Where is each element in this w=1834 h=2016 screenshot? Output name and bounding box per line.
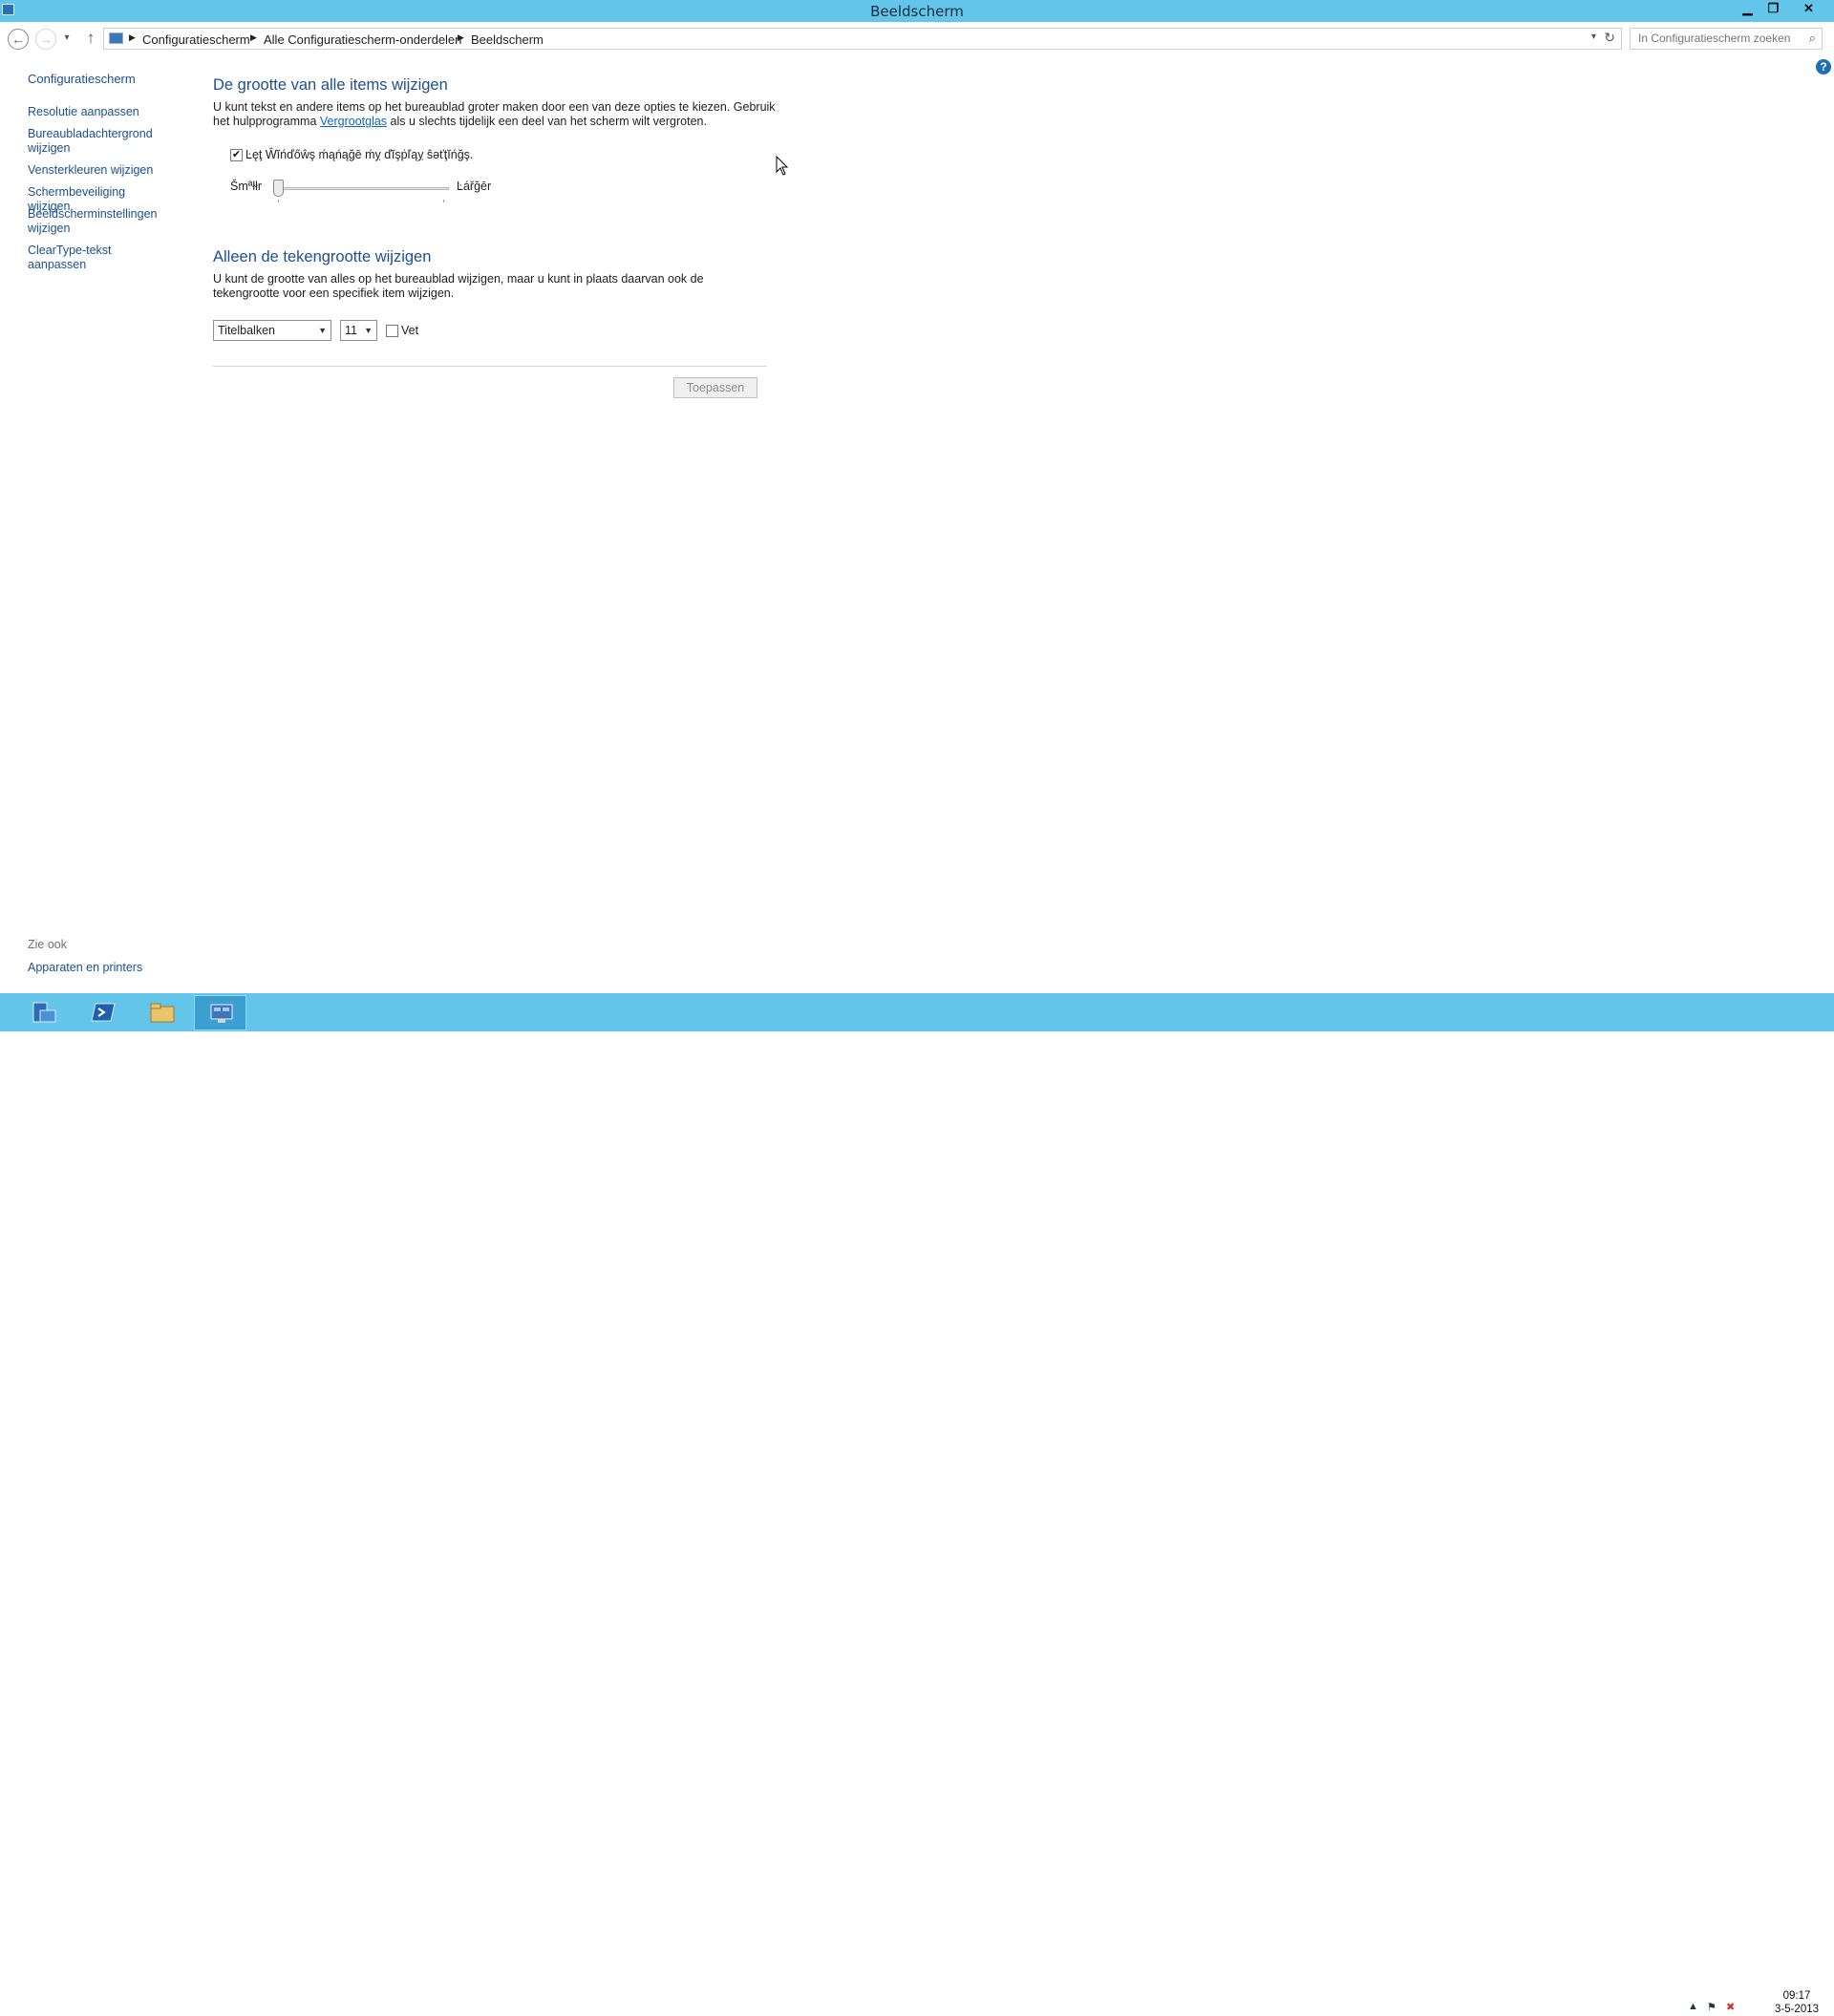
- search-box[interactable]: ⌕: [1630, 28, 1823, 50]
- taskbar: The Collection Book ▲ ⚑ ✖ 09:17 3-5-2013: [0, 993, 1834, 2015]
- chevron-down-icon[interactable]: ▾: [1591, 32, 1596, 42]
- window-title: Beeldscherm: [870, 3, 964, 20]
- search-icon[interactable]: ⌕: [1809, 31, 1816, 46]
- network-warning-icon[interactable]: ✖: [1726, 2001, 1735, 2013]
- slider-min-label: Šmªłłr: [230, 180, 263, 193]
- powershell-icon: [91, 1003, 116, 1022]
- chevron-right-icon[interactable]: ▶: [129, 32, 136, 43]
- breadcrumb-item[interactable]: Configuratiescherm: [142, 32, 250, 47]
- size-slider-thumb[interactable]: [273, 180, 284, 197]
- font-size-value: 11: [345, 324, 357, 337]
- minimize-button[interactable]: ▁: [1735, 0, 1760, 17]
- powershell-taskbar-button[interactable]: [76, 995, 129, 1030]
- see-also-heading: Zie ook: [28, 938, 67, 951]
- show-hidden-icons-icon[interactable]: ▲: [1688, 2001, 1698, 2012]
- item-select[interactable]: Titelbalken ▼: [213, 320, 331, 341]
- sidebar-home-link[interactable]: Configuratiescherm: [28, 72, 171, 86]
- apply-button[interactable]: Toepassen: [673, 377, 757, 398]
- search-input[interactable]: [1638, 32, 1801, 45]
- up-button[interactable]: ↑: [80, 29, 101, 50]
- address-bar[interactable]: ▶ Configuratiescherm ▶ Alle Configuratie…: [103, 28, 1622, 50]
- system-clock[interactable]: 09:17 3-5-2013: [1762, 1989, 1831, 2016]
- file-explorer-taskbar-button[interactable]: [136, 995, 188, 1030]
- bold-label[interactable]: Vet: [401, 324, 418, 337]
- clock-time: 09:17: [1782, 1990, 1811, 2002]
- chevron-right-icon[interactable]: ▶: [458, 32, 464, 43]
- section-description: U kunt tekst en andere items op het bure…: [213, 100, 777, 129]
- mouse-cursor-icon: [776, 156, 789, 176]
- slider-tick: [278, 200, 279, 202]
- item-select-value: Titelbalken: [218, 324, 275, 337]
- section-heading-text-size: Alleen de tekengrootte wijzigen: [213, 248, 432, 265]
- breadcrumb-item[interactable]: Beeldscherm: [471, 32, 544, 47]
- slider-tick: [443, 200, 444, 202]
- recent-locations-dropdown[interactable]: ▾: [61, 29, 73, 50]
- chevron-down-icon: ▼: [364, 326, 373, 335]
- sidebar-item-display-settings[interactable]: Beeldscherminstellingen wijzigen: [28, 207, 171, 236]
- sidebar-item-resolution[interactable]: Resolutie aanpassen: [28, 105, 171, 119]
- magnifier-link[interactable]: Vergrootglas: [320, 115, 387, 128]
- sidebar-item-cleartype[interactable]: ClearType-tekst aanpassen: [28, 244, 171, 272]
- size-slider-track[interactable]: [273, 187, 449, 190]
- back-button[interactable]: ←: [8, 29, 29, 50]
- let-windows-manage-checkbox[interactable]: ✔: [230, 149, 243, 161]
- control-panel-icon: [109, 32, 123, 44]
- breadcrumb-item[interactable]: Alle Configuratiescherm-onderdelen: [264, 32, 461, 47]
- folder-icon: [150, 1003, 175, 1023]
- description-text: als u slechts tijdelijk een deel van het…: [387, 115, 707, 128]
- title-bar: Beeldscherm ▁ ❐ ✕: [0, 0, 1834, 22]
- section-description: U kunt de grootte van alles op het burea…: [213, 272, 704, 300]
- bold-checkbox[interactable]: [386, 325, 398, 337]
- see-also-devices-printers-link[interactable]: Apparaten en printers: [28, 961, 142, 974]
- clock-date: 3-5-2013: [1774, 2004, 1820, 2015]
- sidebar-item-window-colors[interactable]: Vensterkleuren wijzigen: [28, 163, 171, 178]
- divider: [213, 366, 767, 367]
- navigation-bar: ← → ▾ ↑ ▶ Configuratiescherm ▶ Alle Conf…: [0, 25, 1834, 53]
- action-center-icon[interactable]: ⚑: [1707, 2001, 1717, 2013]
- let-windows-manage-label[interactable]: Ŀęţ Ŵĭńďőŵş ḿąńąğē ḿỵ ďĭşṗľąỵ ŝəťţĭńğş.: [245, 148, 473, 161]
- restore-button[interactable]: ❐: [1760, 0, 1786, 17]
- forward-button[interactable]: →: [35, 29, 56, 50]
- control-panel-taskbar-button[interactable]: [194, 995, 246, 1030]
- chevron-down-icon: ▼: [318, 326, 327, 335]
- chevron-right-icon[interactable]: ▶: [250, 32, 257, 43]
- sidebar-item-background[interactable]: Bureaubladachtergrond wijzigen: [28, 127, 171, 156]
- control-panel-icon: [210, 1004, 233, 1023]
- close-button[interactable]: ✕: [1796, 0, 1822, 17]
- help-icon[interactable]: ?: [1816, 59, 1831, 74]
- font-size-select[interactable]: 11 ▼: [340, 320, 377, 341]
- slider-max-label: Ŀářğēr: [457, 180, 492, 193]
- section-heading-all-items: De grootte van alle items wijzigen: [213, 76, 448, 94]
- server-manager-icon: [32, 1002, 56, 1023]
- refresh-icon[interactable]: ↻: [1604, 30, 1615, 46]
- server-manager-taskbar-button[interactable]: [17, 995, 70, 1030]
